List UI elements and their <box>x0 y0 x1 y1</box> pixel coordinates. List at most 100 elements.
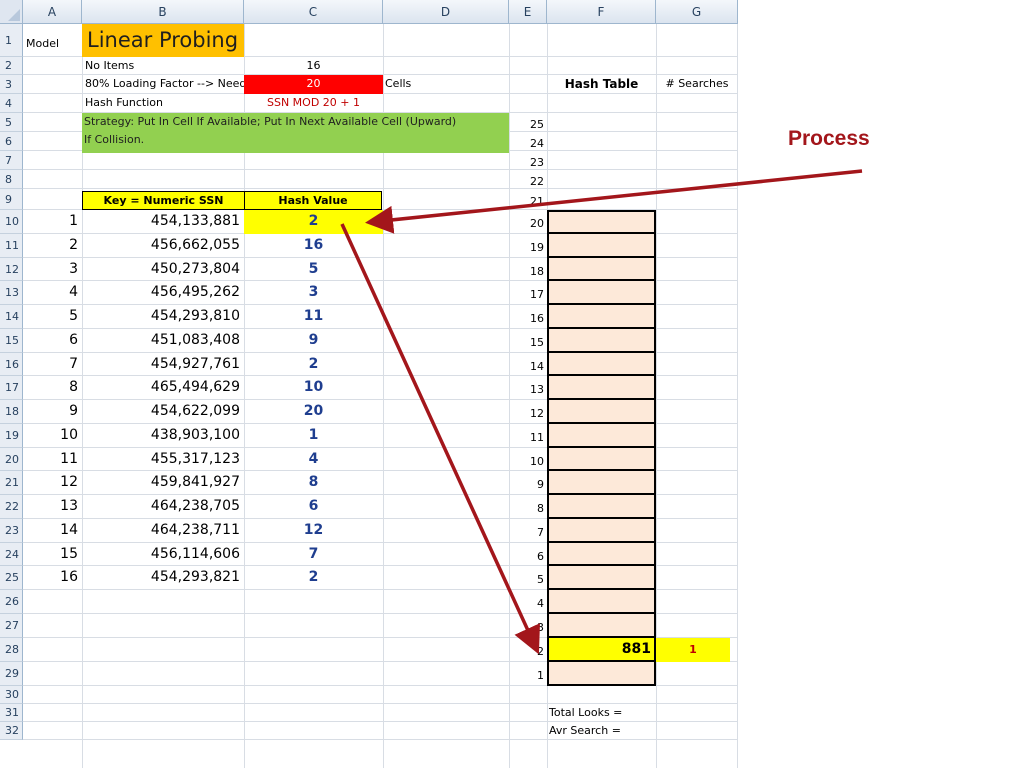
record-hash[interactable]: 1 <box>244 424 383 448</box>
row-header-11[interactable]: 11 <box>0 233 23 258</box>
cell-a1-model[interactable]: Model <box>26 35 59 53</box>
row-header-21[interactable]: 21 <box>0 471 23 495</box>
hash-slot-6[interactable] <box>547 542 656 567</box>
column-header-e[interactable]: E <box>509 0 547 24</box>
row-header-9[interactable]: 9 <box>0 189 23 210</box>
hash-slot-4[interactable] <box>547 590 656 614</box>
row-header-4[interactable]: 4 <box>0 94 23 113</box>
record-hash[interactable]: 16 <box>244 234 383 258</box>
record-ssn[interactable]: 456,114,606 <box>82 543 240 567</box>
record-ssn[interactable]: 451,083,408 <box>82 329 240 353</box>
record-index[interactable]: 6 <box>23 329 78 353</box>
record-ssn[interactable]: 459,841,927 <box>82 471 240 495</box>
loading-factor-label[interactable]: 80% Loading Factor --> Need <box>85 75 246 93</box>
needed-cells-value[interactable]: 20 <box>244 75 383 94</box>
column-header-c[interactable]: C <box>244 0 383 24</box>
record-hash[interactable]: 3 <box>244 281 383 305</box>
hash-slot-13[interactable] <box>547 376 656 400</box>
record-ssn[interactable]: 454,927,761 <box>82 353 240 377</box>
record-ssn[interactable]: 465,494,629 <box>82 376 240 400</box>
hash-slot-1[interactable] <box>547 662 656 686</box>
row-header-12[interactable]: 12 <box>0 257 23 282</box>
record-ssn[interactable]: 454,133,881 <box>82 210 240 234</box>
record-index[interactable]: 16 <box>23 566 78 590</box>
hash-slot-5[interactable] <box>547 566 656 590</box>
record-ssn[interactable]: 464,238,711 <box>82 519 240 543</box>
column-header-d[interactable]: D <box>383 0 509 24</box>
avr-search-label[interactable]: Avr Search = <box>549 722 621 740</box>
record-ssn[interactable]: 456,495,262 <box>82 281 240 305</box>
row-header-32[interactable]: 32 <box>0 722 23 740</box>
hash-slot-14[interactable] <box>547 352 656 377</box>
hash-slot-11[interactable] <box>547 423 656 448</box>
record-index[interactable]: 14 <box>23 519 78 543</box>
hash-slot-9[interactable] <box>547 471 656 495</box>
hash-function-label[interactable]: Hash Function <box>85 94 163 112</box>
row-header-13[interactable]: 13 <box>0 281 23 305</box>
row-header-26[interactable]: 26 <box>0 590 23 614</box>
record-ssn[interactable]: 438,903,100 <box>82 424 240 448</box>
column-header-a[interactable]: A <box>23 0 82 24</box>
row-header-2[interactable]: 2 <box>0 57 23 75</box>
row-header-5[interactable]: 5 <box>0 113 23 132</box>
row-header-23[interactable]: 23 <box>0 518 23 543</box>
record-hash[interactable]: 8 <box>244 471 383 495</box>
hash-slot-17[interactable] <box>547 281 656 305</box>
strategy-note[interactable]: Strategy: Put In Cell If Available; Put … <box>82 113 509 153</box>
cells-label[interactable]: Cells <box>385 75 411 93</box>
hash-slot-15[interactable] <box>547 328 656 353</box>
searches-header[interactable]: # Searches <box>656 75 738 93</box>
record-hash[interactable]: 12 <box>244 519 383 543</box>
row-header-19[interactable]: 19 <box>0 423 23 448</box>
row-header-18[interactable]: 18 <box>0 400 23 424</box>
row-header-25[interactable]: 25 <box>0 566 23 590</box>
hash-slot-2[interactable]: 881 <box>547 638 656 662</box>
record-index[interactable]: 13 <box>23 495 78 519</box>
searches-value[interactable]: 1 <box>656 638 730 662</box>
record-ssn[interactable]: 450,273,804 <box>82 258 240 282</box>
hash-slot-18[interactable] <box>547 257 656 282</box>
column-header-g[interactable]: G <box>656 0 738 24</box>
record-hash[interactable]: 5 <box>244 258 383 282</box>
hash-slot-10[interactable] <box>547 447 656 472</box>
record-index[interactable]: 4 <box>23 281 78 305</box>
row-header-24[interactable]: 24 <box>0 542 23 567</box>
hash-function-value[interactable]: SSN MOD 20 + 1 <box>244 94 383 112</box>
row-header-16[interactable]: 16 <box>0 352 23 377</box>
no-items-label[interactable]: No Items <box>85 57 134 75</box>
record-index[interactable]: 11 <box>23 448 78 472</box>
title-linear-probing[interactable]: Linear Probing <box>82 24 244 57</box>
key-header[interactable]: Key = Numeric SSN <box>82 191 245 210</box>
row-header-29[interactable]: 29 <box>0 662 23 686</box>
row-header-20[interactable]: 20 <box>0 447 23 472</box>
record-index[interactable]: 12 <box>23 471 78 495</box>
record-index[interactable]: 8 <box>23 376 78 400</box>
record-hash[interactable]: 10 <box>244 376 383 400</box>
hash-value-header[interactable]: Hash Value <box>244 191 382 210</box>
record-index[interactable]: 1 <box>23 210 78 234</box>
record-hash[interactable]: 2 <box>244 353 383 377</box>
hash-slot-8[interactable] <box>547 495 656 519</box>
record-ssn[interactable]: 464,238,705 <box>82 495 240 519</box>
row-header-6[interactable]: 6 <box>0 132 23 151</box>
record-hash[interactable]: 6 <box>244 495 383 519</box>
column-header-b[interactable]: B <box>82 0 244 24</box>
hash-slot-7[interactable] <box>547 518 656 543</box>
record-hash[interactable]: 20 <box>244 400 383 424</box>
total-looks-label[interactable]: Total Looks = <box>549 704 622 722</box>
hash-slot-12[interactable] <box>547 400 656 424</box>
select-all-corner[interactable] <box>0 0 23 24</box>
column-header-f[interactable]: F <box>547 0 656 24</box>
hash-slot-3[interactable] <box>547 614 656 638</box>
record-index[interactable]: 15 <box>23 543 78 567</box>
row-header-15[interactable]: 15 <box>0 328 23 353</box>
row-header-10[interactable]: 10 <box>0 210 23 234</box>
record-hash[interactable]: 11 <box>244 305 383 329</box>
record-index[interactable]: 5 <box>23 305 78 329</box>
row-header-8[interactable]: 8 <box>0 170 23 189</box>
record-ssn[interactable]: 456,662,055 <box>82 234 240 258</box>
record-index[interactable]: 9 <box>23 400 78 424</box>
record-index[interactable]: 10 <box>23 424 78 448</box>
record-hash[interactable]: 9 <box>244 329 383 353</box>
row-header-22[interactable]: 22 <box>0 495 23 519</box>
